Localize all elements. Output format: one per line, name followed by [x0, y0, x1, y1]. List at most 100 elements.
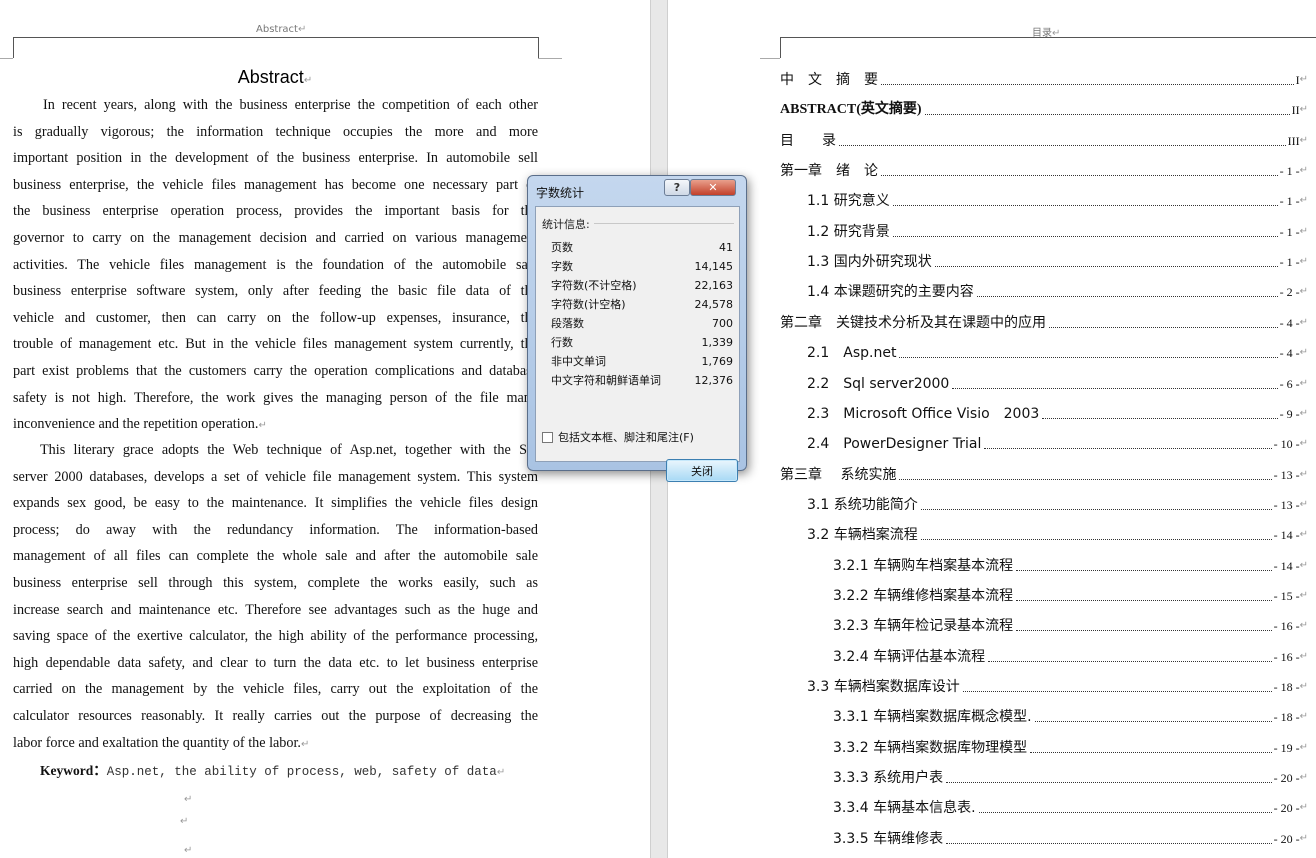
toc-entry[interactable]: 3.2.4 车辆评估基本流程 - 16 - ↵: [833, 643, 1308, 667]
toc-entry[interactable]: 1.3 国内外研究现状 - 1 - ↵: [807, 248, 1308, 272]
toc-entry[interactable]: 3.2.3 车辆年检记录基本流程 - 16 - ↵: [833, 612, 1308, 636]
toc-entry[interactable]: 第一章 绪 论 - 1 - ↵: [780, 157, 1308, 181]
abstract-line: In recent years, along with the business…: [43, 97, 538, 113]
paragraph-mark: ↵: [1299, 711, 1308, 723]
toc-entry[interactable]: 3.3.4 车辆基本信息表. - 20 - ↵: [833, 794, 1308, 818]
abstract-line: business enterprise software system, onl…: [13, 283, 538, 300]
toc-leader-dots: [978, 812, 1272, 814]
word-count-dialog: 字数统计 ? ✕ 统计信息: 页数 41 字数 14,145 字符数(不计空格) 22,1…: [527, 175, 747, 482]
crop-mark: [538, 58, 562, 59]
abstract-line: labor force and exaltation the quantity …: [13, 734, 310, 751]
toc-entry-label: 3.3.4 车辆基本信息表.: [833, 800, 976, 817]
abstract-line: high dependable data safety, and clear t…: [13, 654, 538, 671]
toc-entry[interactable]: 1.1 研究意义 - 1 - ↵: [807, 187, 1308, 211]
paragraph-mark: ↵: [1299, 377, 1308, 389]
toc-entry[interactable]: 2.2 Sql server2000 - 6 - ↵: [807, 370, 1308, 394]
header-rule: [13, 37, 538, 38]
statistic-label: 字符数(不计空格): [551, 279, 637, 292]
toc-entry[interactable]: 3.3 车辆档案数据库设计 - 18 - ↵: [807, 673, 1308, 697]
toc-entry-label: 第二章 关键技术分析及其在课题中的应用: [780, 314, 1046, 331]
toc-leader-dots: [1016, 599, 1272, 601]
toc-entry[interactable]: 3.2.1 车辆购车档案基本流程 - 14 - ↵: [833, 552, 1308, 576]
keyword-line: Keyword：Asp.net, the ability of process,…: [40, 763, 506, 779]
header-rule: [780, 37, 1316, 38]
paragraph-mark: ↵: [1299, 286, 1308, 298]
paragraph-mark: ↵: [180, 816, 189, 827]
include-textboxes-option[interactable]: 包括文本框、脚注和尾注(F): [542, 429, 694, 445]
toc-entry[interactable]: 1.2 研究背景 - 1 - ↵: [807, 218, 1308, 242]
toc-entry[interactable]: 3.1 系统功能简介 - 13 - ↵: [807, 491, 1308, 515]
statistic-label: 中文字符和朝鲜语单词: [551, 374, 661, 387]
toc-leader-dots: [1034, 721, 1272, 723]
toc-page-number: - 2 -: [1279, 285, 1300, 300]
toc-page-number: - 14 -: [1273, 528, 1300, 543]
statistic-row: 行数 1,339: [551, 333, 733, 352]
paragraph-mark: ↵: [1299, 741, 1308, 753]
abstract-line: server 2000 databases, develops a set of…: [13, 468, 538, 485]
toc-entry-label: 3.3.1 车辆档案数据库概念模型.: [833, 709, 1032, 726]
toc-entry[interactable]: 3.2 车辆档案流程 - 14 - ↵: [807, 521, 1308, 545]
toc-page-number: - 13 -: [1273, 497, 1300, 512]
toc-entry-label: 第三章 系统实施: [780, 466, 897, 483]
abstract-line: part exist problems that the customers c…: [13, 363, 538, 379]
abstract-line: important position in the development of…: [13, 150, 538, 167]
statistic-value: 12,376: [694, 374, 734, 387]
toc-leader-dots: [1016, 630, 1272, 632]
abstract-line: This literary grace adopts the Web techn…: [40, 442, 538, 458]
abstract-line: trouble of management etc. But in the ve…: [13, 336, 538, 353]
toc-page-number: - 1 -: [1279, 255, 1300, 270]
checkbox-label: 包括文本框、脚注和尾注(F): [558, 431, 694, 444]
toc-entry[interactable]: 目 录 III ↵: [780, 127, 1308, 151]
toc-entry[interactable]: 3.2.2 车辆维修档案基本流程 - 15 - ↵: [833, 582, 1308, 606]
toc-page-number: - 6 -: [1279, 376, 1300, 391]
statistics-section-label: 统计信息:: [542, 218, 590, 231]
toc-leader-dots: [934, 266, 1278, 268]
toc-leader-dots: [946, 842, 1272, 844]
paragraph-mark: ↵: [1299, 650, 1308, 662]
toc-entry[interactable]: 3.3.5 车辆维修表 - 20 - ↵: [833, 825, 1308, 849]
toc-leader-dots: [976, 296, 1278, 298]
toc-entry-label: ABSTRACT(英文摘要): [780, 102, 922, 118]
toc-page-number: - 1 -: [1279, 164, 1300, 179]
close-button[interactable]: 关闭: [666, 459, 738, 482]
keyword-text: Asp.net, the ability of process, web, sa…: [106, 765, 497, 779]
toc-entry[interactable]: 中 文 摘 要 I ↵: [780, 66, 1308, 90]
toc-entry-label: 1.1 研究意义: [807, 193, 890, 210]
include-textboxes-checkbox[interactable]: [542, 431, 553, 443]
abstract-line: carried on the management by the vehicle…: [13, 681, 538, 698]
toc-entry-label: 3.2.2 车辆维修档案基本流程: [833, 587, 1014, 604]
toc-entry[interactable]: 3.3.3 系统用户表 - 20 - ↵: [833, 764, 1308, 788]
toc-entry[interactable]: 3.3.1 车辆档案数据库概念模型. - 18 - ↵: [833, 703, 1308, 727]
keyword-label: Keyword：: [40, 763, 107, 778]
toc-entry-label: 中 文 摘 要: [780, 72, 878, 88]
toc-entry[interactable]: 第三章 系统实施 - 13 - ↵: [780, 461, 1308, 485]
paragraph-mark: ↵: [1299, 832, 1308, 844]
toc-entry[interactable]: ABSTRACT(英文摘要) II ↵: [780, 96, 1308, 120]
toc-entry[interactable]: 2.4 PowerDesigner Trial - 10 - ↵: [807, 430, 1308, 454]
toc-page-number: - 1 -: [1279, 194, 1300, 209]
help-button[interactable]: ?: [664, 179, 690, 196]
toc-leader-dots: [962, 691, 1272, 692]
abstract-line: activities. The vehicle files management…: [13, 256, 538, 273]
abstract-line: vehicle and customer, then can carry on …: [13, 309, 538, 326]
paragraph-mark: ↵: [1299, 407, 1308, 419]
toc-entry-label: 2.4 PowerDesigner Trial: [807, 436, 982, 453]
toc-entry[interactable]: 2.1 Asp.net - 4 - ↵: [807, 339, 1308, 363]
paragraph-mark: ↵: [1299, 347, 1308, 359]
toc-entry-label: 3.2 车辆档案流程: [807, 527, 918, 544]
toc-entry[interactable]: 3.3.2 车辆档案数据库物理模型 - 19 - ↵: [833, 734, 1308, 758]
paragraph-mark: ↵: [1299, 559, 1308, 571]
toc-entry[interactable]: 第二章 关键技术分析及其在课题中的应用 - 4 - ↵: [780, 309, 1308, 333]
statistic-label: 字符数(计空格): [551, 298, 626, 311]
statistic-label: 非中文单词: [551, 355, 606, 368]
close-icon[interactable]: ✕: [690, 179, 736, 196]
toc-entry-label: 3.2.4 车辆评估基本流程: [833, 648, 986, 665]
toc-entry-label: 1.3 国内外研究现状: [807, 254, 932, 271]
toc-entry-label: 1.4 本课题研究的主要内容: [807, 284, 974, 301]
document-page-toc[interactable]: 目录↵ 中 文 摘 要 I ↵ ABSTRACT(英文摘要) II ↵ 目 录 III ↵ 第一章…: [668, 0, 1316, 858]
toc-page-number: - 20 -: [1273, 831, 1300, 846]
toc-entry[interactable]: 1.4 本课题研究的主要内容 - 2 - ↵: [807, 278, 1308, 302]
statistic-row: 中文字符和朝鲜语单词 12,376: [551, 371, 733, 390]
toc-entry[interactable]: 2.3 Microsoft Office Visio 2003 - 9 - ↵: [807, 400, 1308, 424]
paragraph-mark: ↵: [1299, 225, 1308, 237]
